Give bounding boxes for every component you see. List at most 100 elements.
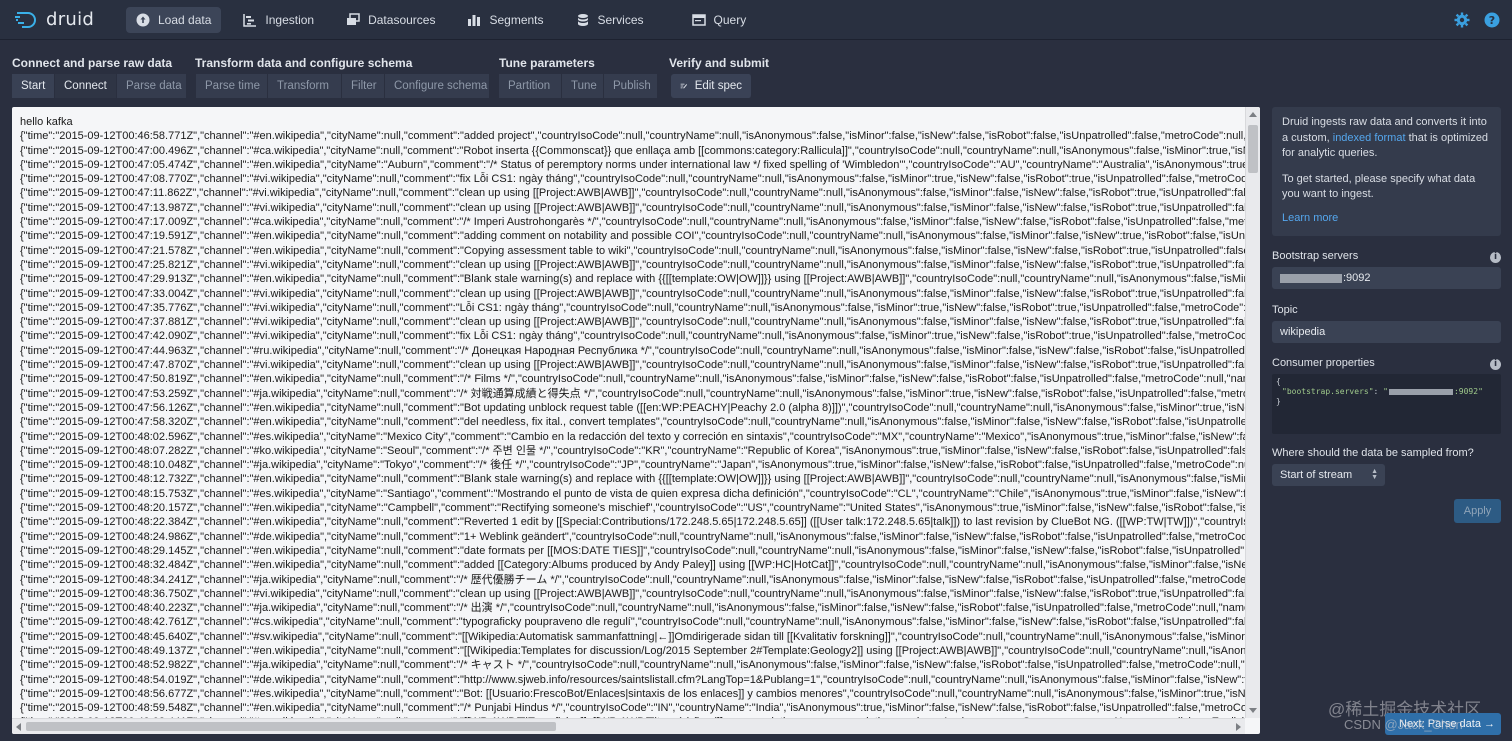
raw-data-row: {"time":"2015-09-12T00:47:29.913Z","chan…: [20, 273, 1245, 286]
nav-services[interactable]: Services: [566, 7, 654, 33]
raw-data-row: {"time":"2015-09-12T00:48:36.750Z","chan…: [20, 587, 1245, 600]
cog-icon[interactable]: [1454, 12, 1470, 28]
apply-button[interactable]: Apply: [1454, 499, 1501, 523]
json-line: "bootstrap.servers": ":9092": [1276, 387, 1497, 397]
vertical-scrollbar[interactable]: [1245, 107, 1260, 718]
raw-data-row: {"time":"2015-09-12T00:48:59.548Z","chan…: [20, 702, 1245, 715]
raw-data-row: {"time":"2015-09-12T00:48:12.732Z","chan…: [20, 473, 1245, 486]
raw-data-row: {"time":"2015-09-12T00:48:49.137Z","chan…: [20, 644, 1245, 657]
step-partition[interactable]: Partition: [499, 74, 562, 98]
watermark-csdn: CSDN @Jack_Chen: [1344, 717, 1463, 732]
stacked-chart-icon: [467, 13, 481, 27]
nav-ingestion[interactable]: Ingestion: [233, 7, 324, 33]
group-transform-schema: Transform data and configure schema: [195, 56, 413, 70]
step-start[interactable]: Start: [12, 74, 55, 98]
intro-text-2: To get started, please specify what data…: [1282, 172, 1476, 201]
step-parse-data[interactable]: Parse data: [117, 74, 187, 98]
raw-data-row: {"time":"2015-09-12T00:48:29.145Z","chan…: [20, 544, 1245, 557]
raw-data-row: {"time":"2015-09-12T00:47:00.496Z","chan…: [20, 144, 1245, 157]
raw-data-row: {"time":"2015-09-12T00:47:17.009Z","chan…: [20, 216, 1245, 229]
raw-data-row: {"time":"2015-09-12T00:47:50.819Z","chan…: [20, 373, 1245, 386]
druid-logo[interactable]: druid: [14, 9, 110, 31]
consumer-properties-editor[interactable]: { "bootstrap.servers": ":9092" }: [1272, 374, 1501, 434]
raw-data-row: {"time":"2015-09-12T00:47:25.821Z","chan…: [20, 258, 1245, 271]
nav-segments[interactable]: Segments: [457, 7, 553, 33]
raw-data-rows: hello kafka {"time":"2015-09-12T00:46:58.…: [12, 107, 1245, 718]
edit-spec-button[interactable]: Edit spec: [671, 74, 752, 98]
help-icon[interactable]: ?: [1484, 12, 1500, 28]
nav-load-data-label: Load data: [158, 12, 212, 27]
json-port: :9092": [1453, 387, 1483, 396]
group-verify-submit: Verify and submit: [669, 56, 770, 70]
raw-data-row: {"time":"2015-09-12T00:47:19.591Z","chan…: [20, 230, 1245, 243]
raw-data-row: {"time":"2015-09-12T00:48:42.761Z","chan…: [20, 616, 1245, 629]
edit-spec-icon: [680, 83, 688, 89]
nav-query[interactable]: Query: [682, 7, 757, 33]
raw-data-row: {"time":"2015-09-12T00:47:05.474Z","chan…: [20, 158, 1245, 171]
json-colon: :: [1373, 387, 1384, 396]
scroll-right-arrow-icon[interactable]: [1236, 723, 1241, 731]
redacted-host: [1388, 388, 1453, 395]
nav-datasources[interactable]: Datasources: [336, 7, 445, 33]
raw-data-row: {"time":"2015-09-12T00:48:20.157Z","chan…: [20, 502, 1245, 515]
raw-data-row: {"time":"2015-09-12T00:48:54.019Z","chan…: [20, 673, 1245, 686]
info-icon[interactable]: i: [1490, 252, 1501, 263]
raw-data-row: hello kafka: [20, 116, 73, 128]
horizontal-scroll-thumb[interactable]: [26, 722, 556, 731]
nav-services-label: Services: [597, 12, 644, 27]
raw-data-row: {"time":"2015-09-12T00:47:08.770Z","chan…: [20, 173, 1245, 186]
step-filter[interactable]: Filter: [342, 74, 385, 98]
multi-select-icon: [346, 12, 360, 27]
gantt-chart-icon: [243, 13, 257, 27]
topic-label: Topic: [1272, 304, 1298, 316]
raw-data-row: {"time":"2015-09-12T00:48:40.223Z","chan…: [20, 602, 1245, 615]
raw-data-row: {"time":"2015-09-12T00:47:42.090Z","chan…: [20, 330, 1245, 343]
bootstrap-servers-input[interactable]: :9092: [1272, 267, 1501, 289]
raw-data-row: {"time":"2015-09-12T00:47:56.126Z","chan…: [20, 401, 1245, 414]
raw-data-row: {"time":"2015-09-12T00:48:07.282Z","chan…: [20, 444, 1245, 457]
application-icon: [691, 13, 706, 27]
step-tune[interactable]: Tune: [562, 74, 604, 98]
scroll-up-arrow-icon[interactable]: [1249, 112, 1257, 117]
raw-data-row: {"time":"2015-09-12T00:48:24.986Z","chan…: [20, 530, 1245, 543]
raw-data-row: {"time":"2015-09-12T00:48:10.048Z","chan…: [20, 459, 1245, 472]
scroll-left-arrow-icon[interactable]: [16, 723, 21, 731]
learn-more-link[interactable]: Learn more: [1282, 211, 1491, 227]
double-caret-icon: ▲ ▼: [1371, 468, 1378, 481]
edit-spec-label: Edit spec: [694, 80, 742, 92]
nav-load-data[interactable]: Load data: [126, 6, 222, 33]
step-publish[interactable]: Publish: [604, 74, 658, 98]
raw-data-preview: hello kafka {"time":"2015-09-12T00:46:58.…: [12, 107, 1260, 734]
nav-ingestion-label: Ingestion: [265, 12, 315, 27]
sample-source-value: Start of stream: [1280, 469, 1353, 481]
sample-source-select[interactable]: Start of stream ▲ ▼: [1272, 464, 1385, 486]
step-connect[interactable]: Connect: [55, 74, 117, 98]
step-transform[interactable]: Transform: [268, 74, 342, 98]
raw-data-row: {"time":"2015-09-12T00:47:47.870Z","chan…: [20, 359, 1245, 372]
raw-data-row: {"time":"2015-09-12T00:48:15.753Z","chan…: [20, 487, 1245, 500]
raw-data-row: {"time":"2015-09-12T00:47:44.963Z","chan…: [20, 344, 1245, 357]
json-quote: ": [1383, 387, 1388, 396]
raw-data-row: {"time":"2015-09-12T00:47:53.259Z","chan…: [20, 387, 1245, 400]
top-navbar: druid Load data Ingestion Datasources Se…: [0, 0, 1512, 40]
vertical-scroll-thumb[interactable]: [1248, 125, 1258, 173]
step-parse-time[interactable]: Parse time: [196, 74, 268, 98]
nav-segments-label: Segments: [489, 12, 544, 27]
consumer-properties-label: Consumer properties: [1272, 357, 1375, 369]
raw-data-row: {"time":"2015-09-12T00:48:32.484Z","chan…: [20, 559, 1245, 572]
app-name: druid: [46, 9, 95, 30]
info-icon[interactable]: i: [1490, 359, 1501, 370]
raw-data-row: {"time":"2015-09-12T00:47:11.862Z","chan…: [20, 187, 1245, 200]
topic-input[interactable]: wikipedia: [1272, 321, 1501, 343]
raw-data-row: {"time":"2015-09-12T00:47:13.987Z","chan…: [20, 201, 1245, 214]
horizontal-scrollbar[interactable]: [12, 718, 1245, 734]
raw-data-row: {"time":"2015-09-12T00:48:02.596Z","chan…: [20, 430, 1245, 443]
raw-data-row: {"time":"2015-09-12T00:47:37.881Z","chan…: [20, 316, 1245, 329]
indexed-format-link[interactable]: indexed format: [1333, 132, 1406, 144]
bootstrap-port: :9092: [1343, 272, 1371, 284]
scroll-down-arrow-icon[interactable]: [1249, 708, 1257, 713]
json-open-brace: {: [1276, 377, 1281, 386]
raw-data-row: {"time":"2015-09-12T00:48:56.677Z","chan…: [20, 687, 1245, 700]
step-configure-schema[interactable]: Configure schema: [385, 74, 490, 98]
raw-data-row: {"time":"2015-09-12T00:46:58.771Z","chan…: [20, 130, 1245, 143]
